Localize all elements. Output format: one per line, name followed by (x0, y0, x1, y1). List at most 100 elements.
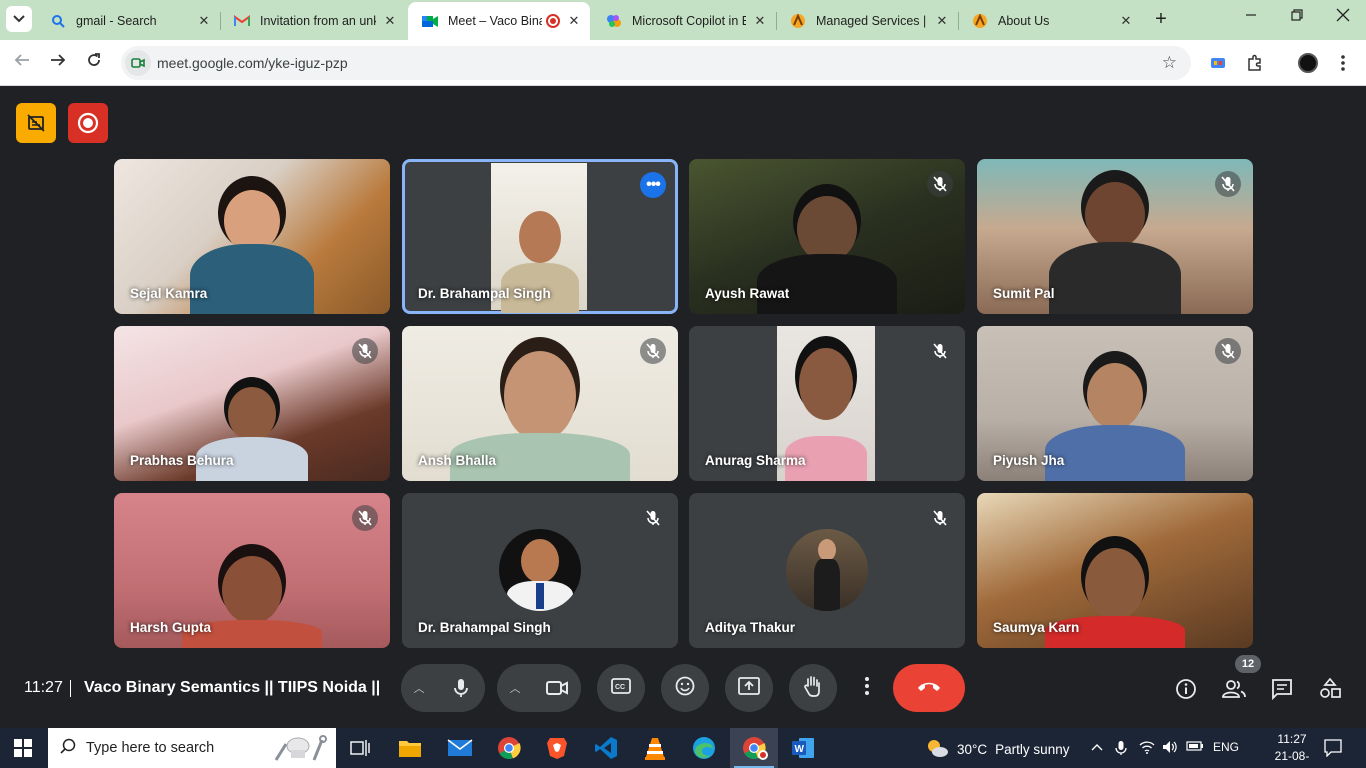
meeting-info-icon[interactable] (1173, 676, 1199, 702)
captions-icon: CC (611, 677, 631, 699)
recording-indicator-icon (546, 14, 560, 28)
meeting-clock: 11:27 (24, 679, 63, 696)
activities-icon[interactable] (1317, 676, 1343, 702)
microphone-icon[interactable] (437, 678, 485, 698)
address-toolbar: meet.google.com/yke-iguz-pzp ☆ (0, 40, 1366, 86)
new-tab-plus-icon[interactable]: + (1150, 8, 1172, 31)
brave-browser-icon[interactable] (533, 728, 581, 768)
browser-tab[interactable]: About Us ✕ (958, 2, 1142, 40)
participant-tile[interactable]: Ansh Bhalla (402, 326, 678, 481)
chrome-active-icon[interactable] (730, 728, 778, 768)
browser-tab[interactable]: Managed Services | M ✕ (776, 2, 959, 40)
people-icon[interactable] (1221, 676, 1247, 702)
chrome-icon[interactable] (485, 728, 533, 768)
chevron-up-icon[interactable]: ︿ (401, 680, 437, 696)
participant-name: Prabhas Behura (130, 453, 234, 468)
camera-control[interactable]: ︿ (497, 664, 581, 712)
browser-tab[interactable]: Invitation from an unk ✕ (220, 2, 406, 40)
participant-name: Piyush Jha (993, 453, 1065, 468)
tab-close-icon[interactable]: ✕ (752, 13, 768, 29)
profile-avatar-icon[interactable] (1297, 52, 1319, 74)
mail-icon[interactable] (436, 728, 484, 768)
search-placeholder: Type here to search (86, 740, 215, 756)
chevron-up-icon[interactable]: ︿ (497, 680, 533, 696)
more-options-icon[interactable]: ••• (640, 172, 666, 198)
tab-close-icon[interactable]: ✕ (934, 13, 950, 29)
omnibox[interactable]: meet.google.com/yke-iguz-pzp ☆ (121, 46, 1191, 80)
browser-tab[interactable]: Microsoft Copilot in E ✕ (592, 2, 777, 40)
microphone-control[interactable]: ︿ (401, 664, 485, 712)
present-screen-button[interactable] (725, 664, 773, 712)
leave-call-button[interactable] (893, 664, 965, 712)
browser-tab-active[interactable]: Meet – Vaco Bina ✕ (408, 2, 590, 40)
tab-close-icon[interactable]: ✕ (566, 13, 582, 29)
bookmark-star-icon[interactable]: ☆ (1162, 53, 1177, 73)
input-language[interactable]: ENG (1213, 740, 1239, 754)
participant-tile[interactable]: Prabhas Behura (114, 326, 390, 481)
microphone-tray-icon[interactable] (1115, 740, 1127, 759)
search-icon (50, 13, 66, 29)
mic-off-icon (1215, 171, 1241, 197)
participant-tile[interactable]: Anurag Sharma (689, 326, 965, 481)
more-options-button[interactable] (853, 664, 881, 712)
minimize-icon[interactable] (1236, 8, 1266, 25)
wifi-icon[interactable] (1139, 740, 1155, 757)
browser-tab[interactable]: gmail - Search ✕ (36, 2, 221, 40)
participant-name: Ayush Rawat (705, 286, 790, 301)
edge-icon[interactable] (680, 728, 728, 768)
participant-count-badge: 12 (1235, 655, 1261, 673)
emoji-reactions-button[interactable] (661, 664, 709, 712)
raise-hand-icon (803, 675, 823, 702)
search-highlight-chef-icon (268, 734, 328, 768)
back-arrow-icon[interactable] (10, 51, 34, 75)
weather-widget[interactable]: 30°C Partly sunny (925, 738, 1069, 761)
brand-icon (790, 13, 806, 29)
vscode-icon[interactable] (582, 728, 630, 768)
volume-icon[interactable] (1162, 740, 1178, 757)
participant-tile[interactable]: Aditya Thakur (689, 493, 965, 648)
tab-title: Invitation from an unk (260, 14, 376, 28)
participant-tile[interactable]: Ayush Rawat (689, 159, 965, 314)
participant-tile[interactable]: Piyush Jha (977, 326, 1253, 481)
system-clock[interactable]: 11:27 21-08-2024 (1262, 731, 1322, 768)
participant-tile-speaking[interactable]: ••• Dr. Brahampal Singh (402, 159, 678, 314)
show-hidden-icons-chevron-icon[interactable] (1091, 740, 1103, 754)
participant-name: Sejal Kamra (130, 286, 208, 301)
meet-control-bar: 11:27 Vaco Binary Semantics || TIIPS Noi… (0, 650, 1366, 728)
restore-icon[interactable] (1282, 8, 1312, 25)
captions-button[interactable]: CC (597, 664, 645, 712)
captions-off-icon[interactable] (16, 103, 56, 143)
raise-hand-button[interactable] (789, 664, 837, 712)
word-icon[interactable]: W (779, 728, 827, 768)
battery-icon[interactable] (1186, 740, 1204, 755)
tab-close-icon[interactable]: ✕ (382, 13, 398, 29)
recording-icon[interactable] (68, 103, 108, 143)
file-explorer-icon[interactable] (386, 728, 434, 768)
close-window-icon[interactable] (1328, 8, 1358, 26)
extension-puzzle-icon[interactable] (1207, 52, 1229, 74)
tab-close-icon[interactable]: ✕ (1118, 13, 1134, 29)
browser-tab-strip: gmail - Search ✕ Invitation from an unk … (0, 0, 1366, 40)
taskbar-search-box[interactable]: Type here to search (48, 728, 336, 768)
participant-tile[interactable]: Sejal Kamra (114, 159, 390, 314)
vlc-icon[interactable] (631, 728, 679, 768)
tab-close-icon[interactable]: ✕ (196, 13, 212, 29)
extensions-icon[interactable] (1244, 52, 1266, 74)
weather-temperature: 30°C (957, 742, 988, 757)
participant-tile[interactable]: Saumya Karn (977, 493, 1253, 648)
camera-site-icon[interactable] (125, 50, 151, 76)
notifications-icon[interactable] (1324, 739, 1342, 760)
reload-icon[interactable] (82, 51, 106, 75)
mic-off-icon (352, 338, 378, 364)
task-view-icon[interactable] (336, 728, 384, 768)
participant-tile[interactable]: Dr. Brahampal Singh (402, 493, 678, 648)
windows-start-icon[interactable] (14, 739, 32, 762)
participant-tile[interactable]: Harsh Gupta (114, 493, 390, 648)
forward-arrow-icon[interactable] (46, 51, 70, 75)
chrome-menu-icon[interactable] (1332, 52, 1354, 74)
svg-text:CC: CC (615, 684, 625, 691)
tab-search-chevron-icon[interactable] (6, 6, 32, 32)
camera-icon[interactable] (533, 680, 581, 696)
participant-tile[interactable]: Sumit Pal (977, 159, 1253, 314)
chat-icon[interactable] (1269, 676, 1295, 702)
